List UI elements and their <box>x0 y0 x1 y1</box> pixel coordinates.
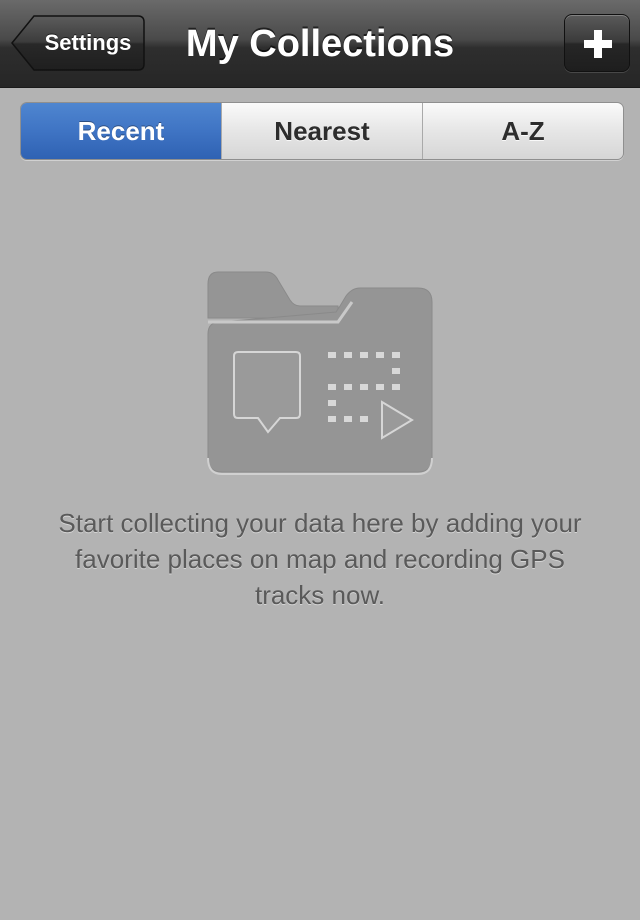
sort-segmented-control: Recent Nearest A-Z <box>20 102 624 160</box>
segment-recent[interactable]: Recent <box>21 103 221 159</box>
navigation-bar: Settings My Collections <box>0 0 640 88</box>
folder-map-icon <box>200 262 440 487</box>
settings-back-button[interactable]: Settings <box>10 14 146 72</box>
segment-a-z[interactable]: A-Z <box>422 103 623 159</box>
plus-icon <box>584 30 612 58</box>
empty-state-message: Start collecting your data here by addin… <box>58 508 582 610</box>
page-title: My Collections <box>185 23 455 65</box>
segment-nearest[interactable]: Nearest <box>221 103 422 159</box>
add-button[interactable] <box>564 14 630 72</box>
back-button-label: Settings <box>44 30 132 55</box>
